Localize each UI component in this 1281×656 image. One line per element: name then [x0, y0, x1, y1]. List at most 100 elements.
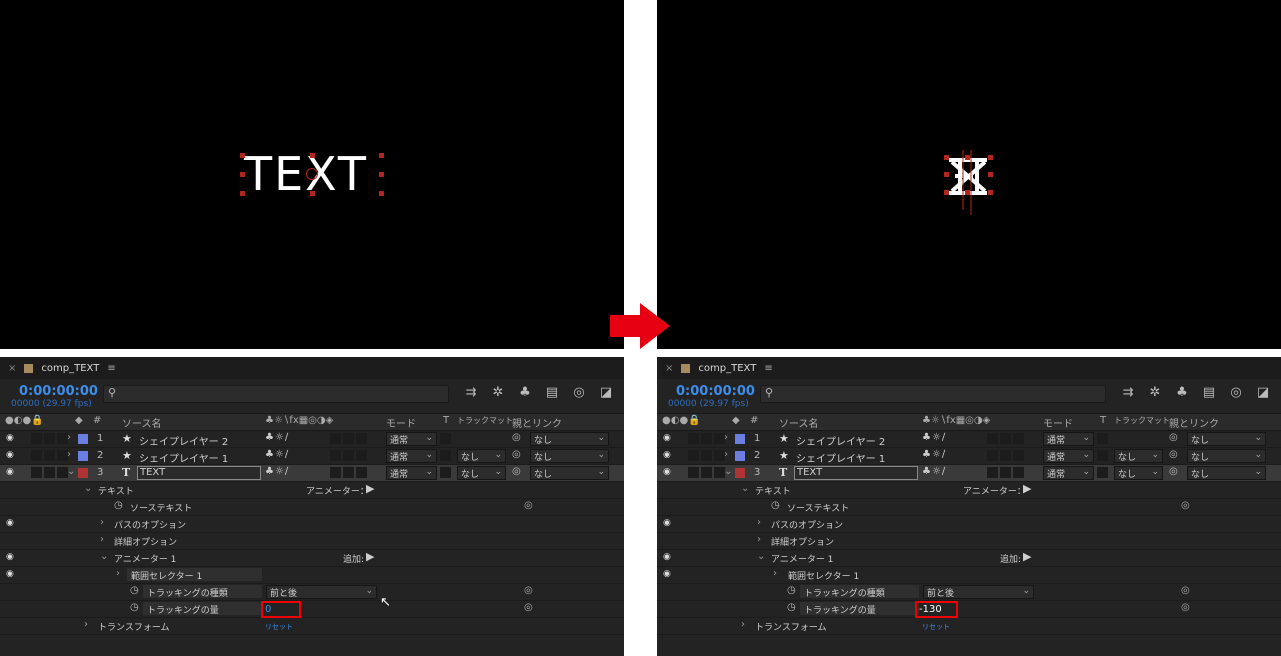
chevron-right-icon[interactable]: › — [724, 449, 728, 460]
eye-icon[interactable]: ◉ — [6, 450, 14, 460]
motion-blur-icon[interactable]: ◎ — [1228, 385, 1244, 400]
comp-tab[interactable]: × comp_TEXT ≡ — [657, 357, 1281, 379]
chevron-right-icon[interactable]: › — [100, 534, 104, 545]
graph-editor-icon[interactable]: ◪ — [1255, 385, 1271, 400]
trkmat-select[interactable]: なし ⌄ — [1114, 449, 1163, 463]
prop-row-more-options[interactable]: › 詳細オプション — [0, 533, 624, 550]
reset-link[interactable]: リセット — [265, 622, 293, 632]
layer-switches[interactable]: ♣☼∕ — [265, 432, 289, 443]
chevron-right-icon[interactable]: › — [757, 534, 761, 545]
layer-switches[interactable]: ♣☼∕ — [922, 466, 946, 477]
chevron-right-icon[interactable]: › — [67, 449, 71, 460]
layer-switches[interactable]: ♣☼∕ — [922, 432, 946, 443]
eye-icon[interactable]: ◉ — [6, 569, 14, 579]
header-source[interactable]: ソース名 — [122, 415, 162, 430]
label-color[interactable] — [78, 434, 88, 444]
prop-row-tracking-type[interactable]: ◷ トラッキングの種類 前と後 ⌄ ◎ — [657, 584, 1281, 601]
mode-select[interactable]: 通常 ⌄ — [386, 466, 437, 480]
prop-row-text[interactable]: ⌄ テキスト アニメーター： ▶ — [657, 482, 1281, 499]
panel-menu-icon[interactable]: ≡ — [107, 363, 115, 374]
parent-select[interactable]: なし ⌄ — [530, 432, 609, 446]
prop-range-selector[interactable]: 範囲セレクター 1 — [131, 569, 202, 582]
composition-flowchart-icon[interactable]: ⇉ — [463, 385, 479, 400]
timeline-panel-after[interactable]: × comp_TEXT ≡ 0:00:00:00 00000 (29.97 fp… — [657, 357, 1281, 656]
pickwhip-icon[interactable]: ◎ — [512, 449, 521, 460]
prop-range-selector[interactable]: 範囲セレクター 1 — [788, 569, 859, 582]
close-icon[interactable]: × — [665, 363, 673, 374]
expression-pickwhip-icon[interactable]: ◎ — [524, 500, 533, 511]
prop-row-tracking-type[interactable]: ◷ トラッキングの種類 前と後 ⌄ ◎ — [0, 584, 624, 601]
bbox-handle[interactable] — [240, 172, 245, 177]
chevron-right-icon[interactable]: › — [757, 517, 761, 528]
chevron-down-icon[interactable]: ⌄ — [84, 483, 92, 494]
prop-row-path-options[interactable]: ◉ › パスのオプション — [657, 516, 1281, 533]
stopwatch-icon[interactable]: ◷ — [130, 585, 139, 596]
anchor-point-icon[interactable] — [306, 168, 318, 180]
expression-pickwhip-icon[interactable]: ◎ — [1181, 602, 1190, 613]
eye-icon[interactable]: ◉ — [6, 552, 14, 562]
bbox-handle[interactable] — [379, 191, 384, 196]
mode-select[interactable]: 通常 ⌄ — [1043, 432, 1094, 446]
prop-row-text[interactable]: ⌄ テキスト アニメーター： ▶ — [0, 482, 624, 499]
tracking-type-select[interactable]: 前と後 ⌄ — [923, 585, 1034, 599]
label-color[interactable] — [78, 451, 88, 461]
expression-pickwhip-icon[interactable]: ◎ — [524, 585, 533, 596]
bbox-handle[interactable] — [310, 191, 315, 196]
expression-pickwhip-icon[interactable]: ◎ — [524, 602, 533, 613]
layer-name-field[interactable]: TEXT — [137, 466, 261, 480]
prop-row-more-options[interactable]: › 詳細オプション — [657, 533, 1281, 550]
layer-name[interactable]: シェイプレイヤー 1 — [139, 450, 228, 465]
stopwatch-icon[interactable]: ◷ — [787, 585, 796, 596]
mode-select[interactable]: 通常 ⌄ — [386, 449, 437, 463]
trkmat-select[interactable]: なし ⌄ — [457, 449, 506, 463]
layer-switches[interactable]: ♣☼∕ — [265, 449, 289, 460]
layer-row[interactable]: ◉ › 1 ★ シェイプレイヤー 2 ♣☼∕ 通常 ⌄ ◎ なし ⌄ — [657, 431, 1281, 448]
chevron-right-icon[interactable]: › — [67, 432, 71, 443]
timecode[interactable]: 0:00:00:00 — [676, 384, 755, 399]
eye-icon[interactable]: ◉ — [6, 518, 14, 528]
chevron-down-icon[interactable]: ⌄ — [724, 466, 732, 477]
timecode[interactable]: 0:00:00:00 — [19, 384, 98, 399]
shy-icon[interactable]: ♣ — [1174, 385, 1190, 400]
chevron-right-icon[interactable]: › — [84, 619, 88, 630]
chevron-right-icon[interactable]: › — [724, 432, 728, 443]
bbox-handle[interactable] — [240, 153, 245, 158]
mode-select[interactable]: 通常 ⌄ — [1043, 466, 1094, 480]
chevron-down-icon[interactable]: ⌄ — [100, 551, 108, 562]
mode-select[interactable]: 通常 ⌄ — [386, 432, 437, 446]
prop-row-source-text[interactable]: ◷ ソーステキスト ◎ — [0, 499, 624, 516]
prop-animator-1[interactable]: アニメーター 1 — [114, 552, 176, 565]
expression-pickwhip-icon[interactable]: ◎ — [1181, 500, 1190, 511]
pickwhip-icon[interactable]: ◎ — [1169, 466, 1178, 477]
layer-row[interactable]: ◉ › 2 ★ シェイプレイヤー 1 ♣☼∕ 通常 ⌄ なし ⌄ ◎ なし ⌄ — [657, 448, 1281, 465]
chevron-right-icon[interactable]: › — [100, 517, 104, 528]
label-color[interactable] — [735, 434, 745, 444]
eye-icon[interactable]: ◉ — [663, 467, 671, 477]
parent-select[interactable]: なし ⌄ — [1187, 432, 1266, 446]
viewer-after[interactable] — [657, 0, 1281, 349]
prop-row-source-text[interactable]: ◷ ソーステキスト ◎ — [657, 499, 1281, 516]
prop-row-animator[interactable]: ◉ ⌄ アニメーター 1 追加: ▶ — [657, 550, 1281, 567]
reset-link[interactable]: リセット — [922, 622, 950, 632]
prop-animator-1[interactable]: アニメーター 1 — [771, 552, 833, 565]
close-icon[interactable]: × — [8, 363, 16, 374]
chevron-down-icon[interactable]: ⌄ — [741, 483, 749, 494]
eye-icon[interactable]: ◉ — [663, 518, 671, 528]
layer-row[interactable]: ◉ › 1 ★ シェイプレイヤー 2 ♣☼∕ 通常 ⌄ ◎ なし ⌄ — [0, 431, 624, 448]
panel-menu-icon[interactable]: ≡ — [764, 363, 772, 374]
draft-3d-icon[interactable]: ✲ — [490, 385, 506, 400]
parent-select[interactable]: なし ⌄ — [1187, 466, 1266, 480]
shy-icon[interactable]: ♣ — [517, 385, 533, 400]
chevron-down-icon[interactable]: ⌄ — [757, 551, 765, 562]
eye-icon[interactable]: ◉ — [663, 552, 671, 562]
pickwhip-icon[interactable]: ◎ — [1169, 432, 1178, 443]
layer-row[interactable]: ◉ › 2 ★ シェイプレイヤー 1 ♣☼∕ 通常 ⌄ なし ⌄ ◎ なし ⌄ — [0, 448, 624, 465]
layer-row-selected[interactable]: ◉ ⌄ 3 T TEXT ♣☼∕ 通常 ⌄ なし ⌄ ◎ なし ⌄ — [0, 465, 624, 482]
prop-row-tracking-amount[interactable]: ◷ トラッキングの量 -130 ◎ — [657, 601, 1281, 618]
prop-row-transform[interactable]: › トランスフォーム リセット — [0, 618, 624, 635]
tracking-type-select[interactable]: 前と後 ⌄ — [266, 585, 377, 599]
chevron-down-icon[interactable]: ⌄ — [67, 466, 75, 477]
comp-tab-title[interactable]: comp_TEXT — [698, 363, 756, 374]
comp-tab-title[interactable]: comp_TEXT — [41, 363, 99, 374]
chevron-right-icon[interactable]: › — [773, 568, 777, 579]
